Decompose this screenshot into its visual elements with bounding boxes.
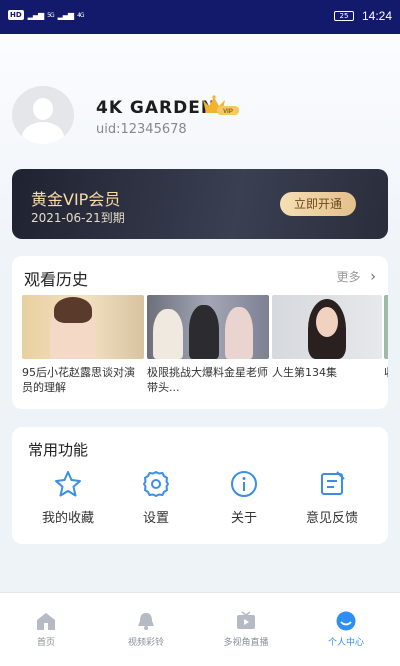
- vip-membership-card[interactable]: 黄金VIP会员 2021-06-21到期 立即开通: [12, 169, 388, 239]
- history-item[interactable]: 人生第134集: [272, 295, 382, 380]
- common-functions-card: 常用功能 我的收藏 设置 关于 意见反馈: [12, 427, 388, 544]
- vip-badge-text: VIP: [223, 109, 233, 115]
- history-caption: 收: [384, 365, 388, 380]
- username: 4K GARDEN: [96, 98, 217, 118]
- signal-label: 4G: [77, 11, 85, 19]
- status-left: HD ▂▄▆ 5G ▂▄▆ 4G: [8, 10, 85, 20]
- header-background: [0, 34, 400, 284]
- tab-profile[interactable]: 个人中心: [296, 611, 396, 648]
- history-item[interactable]: 收: [384, 295, 388, 380]
- favorites-label: 我的收藏: [41, 511, 94, 526]
- signal-icon: ▂▄▆: [27, 10, 45, 20]
- chevron-right-icon: ›: [370, 269, 376, 285]
- clock: 14:24: [361, 9, 392, 23]
- avatar-head-icon: [33, 98, 53, 120]
- about-label: 关于: [230, 511, 257, 526]
- settings-label: 设置: [142, 511, 169, 526]
- battery-icon: 25: [333, 11, 354, 21]
- hd-badge: HD: [8, 10, 24, 20]
- watch-history-card: 观看历史 更多 › 95后小花赵露思谈对演员的理解 极限挑战大爆料金星老师带头.…: [12, 256, 388, 409]
- favorites-button[interactable]: 我的收藏: [28, 469, 108, 526]
- history-title: 观看历史: [24, 270, 89, 289]
- user-id: uid:12345678: [96, 122, 187, 137]
- history-caption: 95后小花赵露思谈对演员的理解: [22, 366, 135, 394]
- signal-label: 5G: [47, 11, 55, 19]
- settings-button[interactable]: 设置: [116, 469, 196, 526]
- more-label: 更多: [336, 270, 361, 284]
- history-caption: 极限挑战大爆料金星老师带头...: [147, 366, 268, 394]
- home-icon: [37, 613, 55, 630]
- tab-multi-view-live[interactable]: 多视角直播: [196, 611, 296, 648]
- signal-icon: ▂▄▆: [57, 10, 75, 20]
- tab-video-ringtone[interactable]: 视频彩铃: [96, 611, 196, 648]
- gear-icon: [143, 471, 169, 497]
- history-item[interactable]: 极限挑战大爆料金星老师带头...: [147, 295, 269, 395]
- vip-crown-icon: VIP: [203, 95, 239, 115]
- about-button[interactable]: 关于: [204, 469, 284, 526]
- status-right: 25 14:24: [333, 9, 392, 23]
- face-icon: [336, 611, 356, 631]
- history-thumbnail: [384, 295, 388, 359]
- feedback-icon: [321, 471, 345, 495]
- info-icon: [231, 471, 257, 497]
- tv-icon: [237, 611, 255, 629]
- history-thumbnail: [22, 295, 144, 359]
- avatar[interactable]: [12, 86, 74, 144]
- tab-video-ringtone-label: 视频彩铃: [127, 638, 164, 648]
- tab-profile-label: 个人中心: [327, 638, 364, 648]
- history-list: 95后小花赵露思谈对演员的理解 极限挑战大爆料金星老师带头... 人生第134集…: [22, 295, 388, 405]
- star-icon: [55, 471, 81, 497]
- tab-home-label: 首页: [36, 638, 55, 648]
- tab-multi-view-live-label: 多视角直播: [223, 638, 269, 648]
- open-vip-button[interactable]: 立即开通: [280, 192, 356, 216]
- history-item[interactable]: 95后小花赵露思谈对演员的理解: [22, 295, 144, 395]
- bell-icon: [138, 613, 154, 630]
- history-more-link[interactable]: 更多 ›: [337, 268, 376, 285]
- status-bar: HD ▂▄▆ 5G ▂▄▆ 4G 25 14:24: [0, 0, 400, 34]
- avatar-body-icon: [22, 122, 64, 144]
- feedback-button[interactable]: 意见反馈: [292, 469, 372, 526]
- history-thumbnail: [147, 295, 269, 359]
- history-thumbnail: [272, 295, 382, 359]
- tab-home[interactable]: 首页: [0, 611, 96, 648]
- bottom-tab-bar: 首页 视频彩铃 多视角直播 个人中心: [0, 592, 400, 666]
- vip-expiry: 2021-06-21到期: [31, 211, 125, 225]
- feedback-label: 意见反馈: [305, 511, 358, 526]
- history-caption: 人生第134集: [272, 366, 337, 379]
- vip-title: 黄金VIP会员: [31, 190, 121, 209]
- functions-title: 常用功能: [28, 441, 89, 459]
